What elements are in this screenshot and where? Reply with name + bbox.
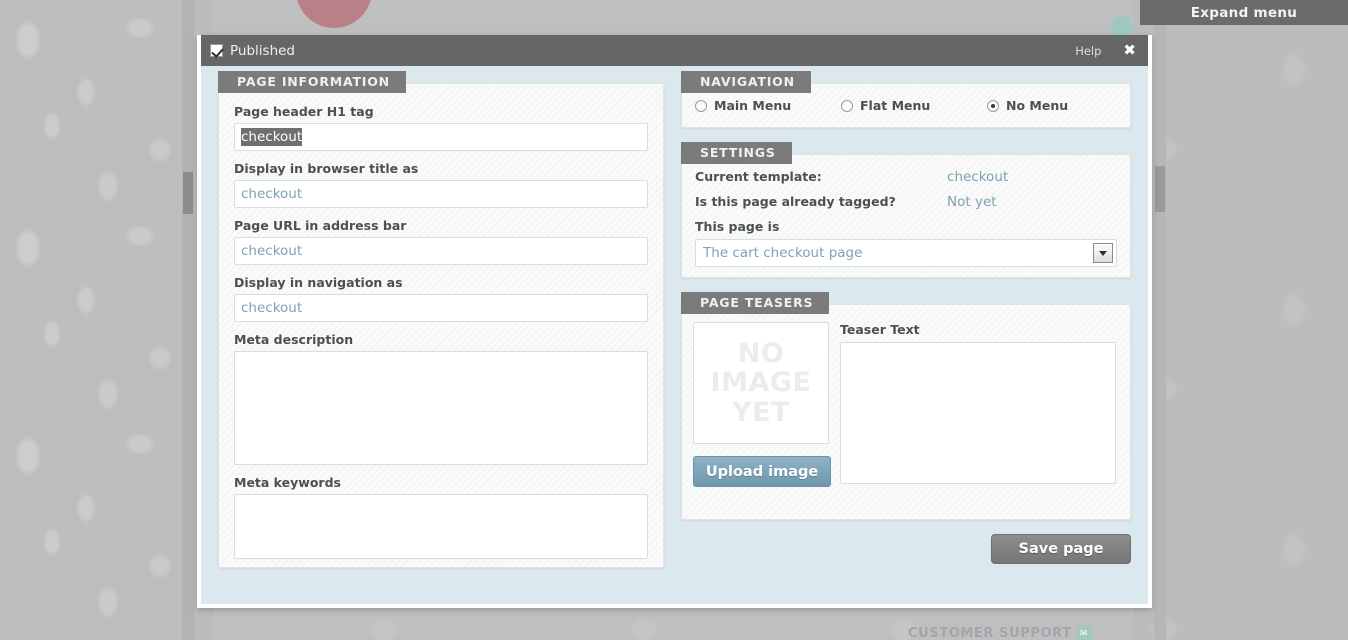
teaser-image-column: NO IMAGE YET Upload image — [693, 322, 829, 487]
left-scroll-thumb[interactable] — [183, 172, 193, 214]
page-tagged-label: Is this page already tagged? — [695, 194, 947, 209]
this-page-is-select[interactable]: The cart checkout page — [695, 239, 1117, 267]
browser-title-input[interactable]: checkout — [234, 180, 648, 208]
radio-flat-menu[interactable]: Flat Menu — [841, 98, 987, 113]
page-teasers-panel: PAGE TEASERS NO IMAGE YET Upload image T… — [681, 304, 1131, 520]
titlebar-actions: Help ✖ — [1075, 43, 1138, 58]
navigation-panel: NAVIGATION Main Menu Flat Menu — [681, 83, 1131, 128]
settings-content: Current template: checkout Is this page … — [682, 155, 1130, 279]
dialog-titlebar: Published Help ✖ — [201, 35, 1148, 66]
published-checkbox[interactable] — [210, 44, 223, 57]
teaser-text-column: Teaser Text — [840, 322, 1116, 487]
published-label: Published — [230, 43, 295, 59]
no-image-line-2: IMAGE — [711, 368, 812, 397]
page-header-h1-value: checkout — [241, 128, 302, 146]
page-information-section-title: PAGE INFORMATION — [218, 71, 406, 93]
meta-description-input[interactable] — [234, 351, 648, 465]
no-image-line-3: YET — [732, 398, 790, 427]
navigation-display-label: Display in navigation as — [234, 275, 648, 290]
page-root: Expand menu CUSTOMER SUPPORT ✉ Published… — [0, 0, 1348, 640]
customer-support: CUSTOMER SUPPORT ✉ — [908, 626, 1092, 640]
page-header-h1-input[interactable]: checkout — [234, 123, 648, 151]
radio-main-menu-label: Main Menu — [714, 98, 791, 113]
page-header-h1-label: Page header H1 tag — [234, 104, 648, 119]
page-settings-dialog: Published Help ✖ PAGE INFORMATION Page h… — [197, 35, 1152, 608]
help-link[interactable]: Help — [1075, 44, 1101, 58]
navigation-display-input[interactable]: checkout — [234, 294, 648, 322]
radio-no-menu-dot[interactable] — [987, 100, 999, 112]
right-column: NAVIGATION Main Menu Flat Menu — [681, 83, 1131, 568]
background-pattern-left — [0, 0, 194, 640]
teaser-text-input[interactable] — [840, 342, 1116, 484]
this-page-is-value: The cart checkout page — [703, 245, 862, 261]
page-url-label: Page URL in address bar — [234, 218, 648, 233]
right-scroll-thumb[interactable] — [1155, 166, 1165, 212]
browser-title-value: checkout — [241, 186, 302, 202]
teaser-text-label: Teaser Text — [840, 322, 1116, 337]
radio-main-menu[interactable]: Main Menu — [695, 98, 841, 113]
left-column: PAGE INFORMATION Page header H1 tag chec… — [218, 83, 664, 568]
radio-no-menu[interactable]: No Menu — [987, 98, 1068, 113]
page-information-panel: PAGE INFORMATION Page header H1 tag chec… — [218, 83, 664, 568]
navigation-display-value: checkout — [241, 300, 302, 316]
page-information-fields: Page header H1 tag checkout Display in b… — [219, 84, 663, 583]
mail-icon: ✉ — [1076, 627, 1092, 640]
no-image-line-1: NO — [738, 339, 785, 368]
radio-main-menu-dot[interactable] — [695, 100, 707, 112]
current-template-row: Current template: checkout — [695, 169, 1117, 185]
upload-image-button[interactable]: Upload image — [693, 456, 831, 487]
settings-panel: SETTINGS Current template: checkout Is t… — [681, 154, 1131, 278]
meta-keywords-label: Meta keywords — [234, 475, 648, 490]
expand-menu-button[interactable]: Expand menu — [1140, 0, 1348, 25]
current-template-label: Current template: — [695, 169, 947, 184]
right-rail — [1154, 0, 1166, 640]
customer-support-label: CUSTOMER SUPPORT — [908, 626, 1072, 640]
meta-keywords-input[interactable] — [234, 494, 648, 559]
settings-section-title: SETTINGS — [681, 142, 792, 164]
published-toggle[interactable]: Published — [210, 43, 295, 59]
meta-description-label: Meta description — [234, 332, 648, 347]
current-template-value: checkout — [947, 169, 1008, 185]
radio-flat-menu-dot[interactable] — [841, 100, 853, 112]
close-icon[interactable]: ✖ — [1123, 43, 1138, 58]
page-tagged-value: Not yet — [947, 194, 997, 210]
browser-title-label: Display in browser title as — [234, 161, 648, 176]
page-tagged-row: Is this page already tagged? Not yet — [695, 194, 1117, 210]
radio-no-menu-label: No Menu — [1006, 98, 1068, 113]
dialog-body: PAGE INFORMATION Page header H1 tag chec… — [201, 66, 1148, 568]
page-teasers-content: NO IMAGE YET Upload image Teaser Text — [682, 305, 1130, 499]
chevron-down-icon[interactable] — [1093, 243, 1113, 263]
page-teasers-section-title: PAGE TEASERS — [681, 292, 829, 314]
this-page-is-label: This page is — [695, 219, 1117, 234]
navigation-section-title: NAVIGATION — [681, 71, 811, 93]
left-rail — [182, 0, 194, 640]
save-page-button[interactable]: Save page — [991, 534, 1131, 564]
no-image-placeholder: NO IMAGE YET — [693, 322, 829, 444]
radio-flat-menu-label: Flat Menu — [860, 98, 930, 113]
page-url-value: checkout — [241, 243, 302, 259]
page-url-input[interactable]: checkout — [234, 237, 648, 265]
